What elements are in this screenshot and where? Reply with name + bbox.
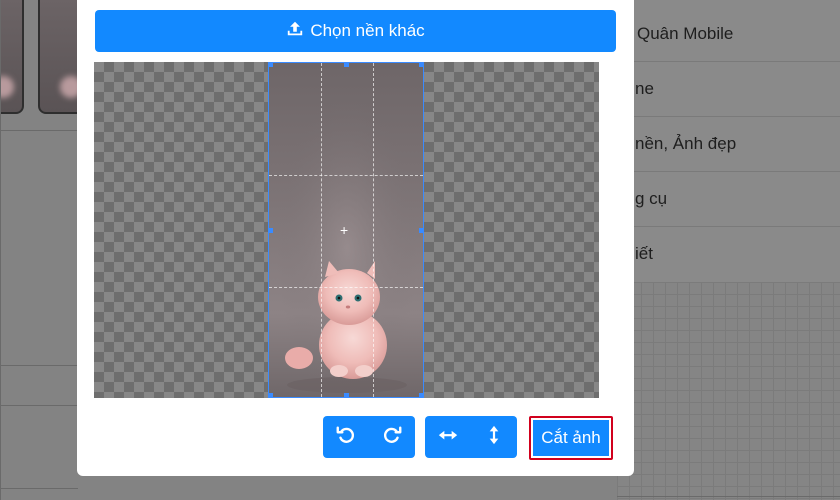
background-divider (0, 405, 78, 406)
crop-handle-bottom-right[interactable] (419, 393, 423, 397)
flip-horizontal-icon (437, 424, 459, 451)
crop-box[interactable]: + (268, 62, 424, 398)
crop-image-button[interactable]: Cắt ảnh (529, 416, 613, 460)
background-menu-item-label: g cụ (635, 189, 668, 208)
crop-handle-top-right[interactable] (419, 63, 423, 67)
background-menu: Quân Mobile ne nền, Ảnh đẹp g cụ iết (600, 0, 840, 282)
background-menu-item-label: Quân Mobile (637, 24, 734, 43)
rotate-right-icon (381, 424, 403, 451)
background-thumbnail (0, 0, 24, 114)
background-menu-item: iết (600, 227, 840, 282)
background-divider (0, 0, 1, 500)
background-menu-item-label: iết (635, 244, 653, 263)
crop-handle-bottom-left[interactable] (269, 393, 273, 397)
upload-icon (286, 20, 304, 43)
background-menu-item: Quân Mobile (600, 7, 840, 62)
choose-other-background-button[interactable]: Chọn nền khác (95, 10, 616, 52)
crop-handle-right[interactable] (419, 228, 423, 233)
background-grid (617, 282, 840, 500)
crop-handle-left[interactable] (269, 228, 273, 233)
crop-handle-bottom[interactable] (344, 393, 349, 397)
crop-handle-top-left[interactable] (269, 63, 273, 67)
choose-other-background-label: Chọn nền khác (310, 21, 425, 40)
crop-guide-vertical (373, 63, 374, 397)
background-divider (0, 365, 78, 366)
background-divider (617, 496, 840, 497)
rotate-left-icon (335, 424, 357, 451)
background-menu-item-label: ne (635, 79, 654, 98)
rotate-right-button[interactable] (369, 416, 415, 458)
crop-handle-top[interactable] (344, 63, 349, 67)
background-menu-item: g cụ (600, 172, 840, 227)
flip-vertical-icon (483, 424, 505, 451)
background-menu-item: ne (600, 62, 840, 117)
rotate-button-group (323, 416, 415, 458)
crop-guide-vertical (321, 63, 322, 397)
image-crop-editor[interactable]: + (94, 62, 616, 398)
rotate-left-button[interactable] (323, 416, 369, 458)
background-menu-item-label: nền, Ảnh đẹp (635, 134, 737, 153)
crop-guide-horizontal (269, 175, 423, 176)
editor-edge (599, 62, 616, 398)
crop-center-marker: + (340, 222, 349, 238)
flip-vertical-button[interactable] (471, 416, 517, 458)
flip-horizontal-button[interactable] (425, 416, 471, 458)
background-menu-item: nền, Ảnh đẹp (600, 117, 840, 172)
crop-guide-horizontal (269, 287, 423, 288)
background-editor-modal: Chọn nền khác + Cắt ảnh (77, 0, 634, 476)
background-divider (0, 488, 78, 489)
background-divider (0, 130, 78, 131)
flip-button-group (425, 416, 517, 458)
